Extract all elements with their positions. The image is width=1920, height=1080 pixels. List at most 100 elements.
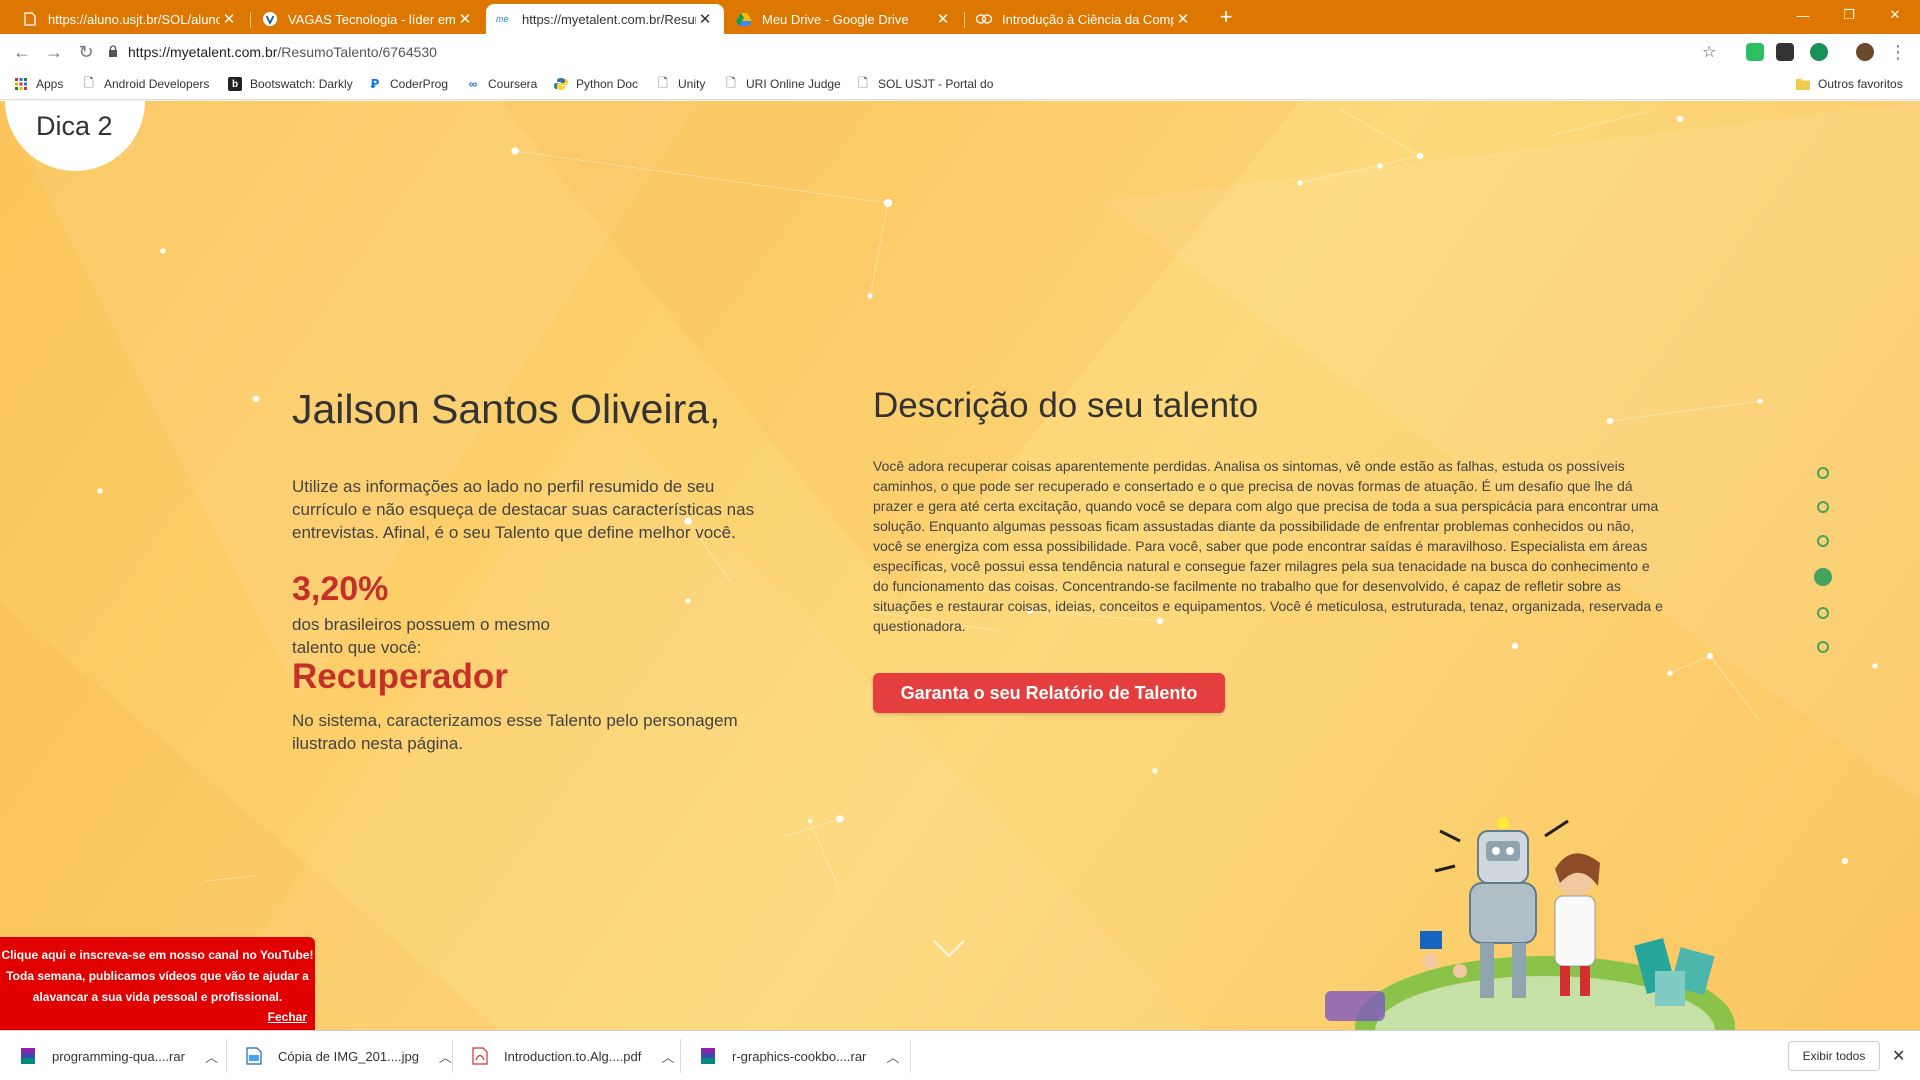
system-text: No sistema, caracterizamos esse Talento …	[292, 711, 738, 753]
evernote-extension-icon[interactable]	[1746, 43, 1764, 61]
shield-extension-icon[interactable]	[1810, 43, 1828, 61]
page-icon: 🗋	[658, 75, 668, 90]
folder-icon	[1796, 77, 1810, 91]
page-icon	[22, 11, 38, 27]
chevron-up-icon[interactable]: ︿	[661, 1047, 674, 1066]
youtube-subscribe-banner[interactable]: Clique aqui e inscreva-se em nosso canal…	[0, 937, 315, 1030]
download-item[interactable]: Introduction.to.Alg....pdf ︿	[472, 1031, 674, 1080]
close-icon[interactable]: ✕	[934, 10, 952, 28]
restore-button[interactable]: ❐	[1826, 0, 1872, 30]
close-icon[interactable]: ✕	[220, 10, 238, 28]
archive-file-icon	[21, 1048, 35, 1064]
talent-character-illustration	[1325, 817, 1735, 1030]
bookmark-label: Coursera	[488, 77, 538, 91]
bookmark-label: Outros favoritos	[1818, 77, 1903, 91]
scroll-down-chevron-icon[interactable]	[932, 939, 966, 959]
bookmark-coursera[interactable]: ∞ Coursera	[466, 77, 538, 91]
bookmark-apps[interactable]: Apps	[14, 77, 63, 91]
percentage-caption-line-1: dos brasileiros possuem o mesmo	[292, 615, 550, 634]
tab-title: Introdução à Ciência da Comput	[1002, 11, 1174, 27]
bookmark-label: SOL USJT - Portal do	[878, 77, 994, 91]
pager-dot-5[interactable]	[1817, 607, 1829, 619]
bookmark-android-developers[interactable]: 🗋 Android Developers	[82, 75, 209, 92]
download-item[interactable]: Cópia de IMG_201....jpg ︿	[246, 1031, 452, 1080]
menu-icon[interactable]: ⋮	[1886, 40, 1910, 64]
close-icon[interactable]: ✕	[456, 10, 474, 28]
percentage-caption-line-2: talento que você:	[292, 638, 422, 657]
intro-text: Utilize as informações ao lado no perfil…	[292, 477, 755, 542]
course-site-icon	[976, 11, 992, 27]
bookmark-uri-online-judge[interactable]: 🗋 URI Online Judge	[724, 76, 841, 92]
bookmark-label: Python Doc	[576, 77, 639, 91]
close-icon[interactable]: ✕	[1892, 1046, 1905, 1066]
tab-title: https://myetalent.com.br/Resum	[522, 11, 696, 27]
bootswatch-icon: b	[228, 77, 242, 91]
download-filename: Cópia de IMG_201....jpg	[278, 1048, 419, 1064]
bookmark-bootswatch[interactable]: b Bootswatch: Darkly	[228, 77, 353, 91]
tab-title: https://aluno.usjt.br/SOL/aluno/i	[48, 11, 220, 27]
chevron-up-icon[interactable]: ︿	[886, 1047, 899, 1066]
download-item[interactable]: programming-qua....rar ︿	[20, 1031, 218, 1080]
talent-description: Você adora recuperar coisas aparentement…	[873, 458, 1663, 634]
download-item[interactable]: r-graphics-cookbo....rar ︿	[700, 1031, 899, 1080]
downloads-shelf: programming-qua....rar ︿ Cópia de IMG_20…	[0, 1030, 1920, 1080]
address-bar[interactable]: https://myetalent.com.br/ResumoTalento/6…	[108, 38, 1708, 66]
talent-percentage: 3,20%	[292, 570, 389, 608]
show-all-downloads-button[interactable]: Exibir todos	[1788, 1041, 1880, 1071]
page-icon: 🗋	[84, 75, 94, 90]
talent-name: Recuperador	[292, 657, 508, 696]
bookmark-label: CoderProg	[390, 77, 449, 91]
page-icon: 🗋	[858, 75, 868, 90]
bookmark-sol-usjt[interactable]: 🗋 SOL USJT - Portal do	[856, 75, 994, 92]
tab-title: VAGAS Tecnologia - líder em sol	[288, 11, 456, 27]
banner-close-link[interactable]: Fechar	[268, 1007, 307, 1028]
bookmark-star-icon[interactable]: ☆	[1702, 42, 1716, 62]
bookmark-other-favorites[interactable]: Outros favoritos	[1796, 77, 1903, 91]
pager-dot-6[interactable]	[1817, 641, 1829, 653]
tab-title: Meu Drive - Google Drive	[762, 11, 909, 27]
profile-avatar[interactable]	[1856, 43, 1874, 61]
browser-toolbar: ← → ↻ https://myetalent.com.br/ResumoTal…	[0, 34, 1920, 70]
python-icon	[554, 77, 568, 91]
bookmark-label: Unity	[678, 77, 706, 91]
myetalent-logo-icon: me	[496, 11, 512, 27]
tip-label: Dica 2	[36, 111, 113, 141]
bookmark-coderprog[interactable]: Ꝑ CoderProg	[368, 77, 448, 91]
chevron-up-icon[interactable]: ︿	[205, 1047, 218, 1066]
tab-vagas[interactable]: VAGAS Tecnologia - líder em sol ✕	[252, 4, 484, 34]
tab-myetalent[interactable]: me https://myetalent.com.br/Resum ✕	[486, 4, 724, 34]
close-icon[interactable]: ✕	[696, 10, 714, 28]
tab-aluno-usjt[interactable]: https://aluno.usjt.br/SOL/aluno/i ✕	[12, 4, 248, 34]
banner-line-3: alavancar a sua vida pessoal e profissio…	[32, 990, 283, 1004]
download-filename: programming-qua....rar	[52, 1048, 185, 1064]
pager-dot-4-active[interactable]	[1814, 568, 1832, 586]
url-host: https://myetalent.com.br	[128, 44, 278, 60]
new-tab-button[interactable]: +	[1212, 5, 1240, 29]
pager-dot-3[interactable]	[1817, 535, 1829, 547]
bookmark-python-doc[interactable]: Python Doc	[554, 77, 638, 91]
vagas-logo-icon	[262, 11, 278, 27]
tab-google-drive[interactable]: Meu Drive - Google Drive ✕	[726, 4, 962, 34]
bookmarks-bar: Apps 🗋 Android Developers b Bootswatch: …	[0, 70, 1920, 100]
minimize-button[interactable]: —	[1780, 0, 1826, 30]
chevron-up-icon[interactable]: ︿	[439, 1047, 452, 1066]
pager-dot-2[interactable]	[1817, 501, 1829, 513]
tab-strip: https://aluno.usjt.br/SOL/aluno/i ✕ VAGA…	[0, 0, 1920, 34]
summary-column: Jailson Santos Oliveira, Utilize as info…	[292, 386, 772, 755]
coursera-icon: ∞	[468, 77, 478, 91]
talent-description-column: Descrição do seu talento Você adora recu…	[873, 386, 1663, 636]
forward-button[interactable]: →	[42, 40, 66, 64]
extension-icon[interactable]	[1776, 43, 1794, 61]
apps-grid-icon	[14, 77, 28, 91]
back-button[interactable]: ←	[10, 40, 34, 64]
bookmark-label: URI Online Judge	[746, 77, 841, 91]
talent-report-button[interactable]: Garanta o seu Relatório de Talento	[873, 673, 1225, 713]
pager-dot-1[interactable]	[1817, 467, 1829, 479]
reload-button[interactable]: ↻	[74, 40, 98, 64]
tab-intro-ciencia-computacao[interactable]: Introdução à Ciência da Comput ✕	[966, 4, 1202, 34]
bookmark-unity[interactable]: 🗋 Unity	[656, 75, 706, 92]
close-icon[interactable]: ✕	[1174, 10, 1192, 28]
google-drive-icon	[736, 11, 752, 27]
page-content: Dica 2 Jailson Santos Oliveira, Utilize …	[0, 101, 1920, 1030]
close-window-button[interactable]: ✕	[1872, 0, 1918, 30]
